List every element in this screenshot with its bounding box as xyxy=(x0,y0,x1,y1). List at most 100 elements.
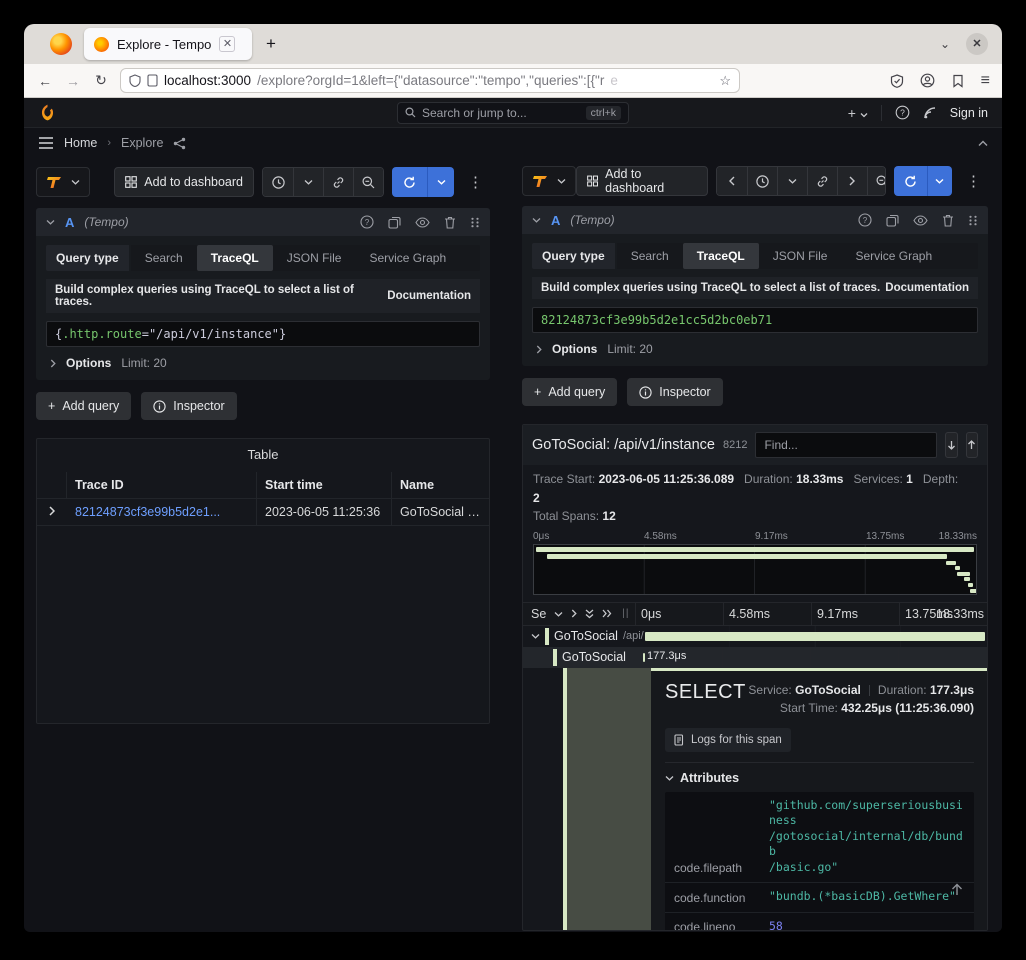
traceql-query-input[interactable]: {.http.route = "/api/v1/instance"} xyxy=(46,321,480,347)
search-input[interactable]: Search or jump to... ctrl+k xyxy=(397,102,629,124)
trace-id-link[interactable]: 82124873cf3e99b5d2e1... xyxy=(67,499,257,525)
duplicate-query-icon[interactable] xyxy=(388,216,401,229)
expand-all-icon[interactable] xyxy=(602,609,612,618)
options-label: Options xyxy=(552,342,597,356)
add-query-button[interactable]: +Add query xyxy=(36,392,131,420)
news-rss-icon[interactable] xyxy=(923,106,937,120)
logs-for-span-button[interactable]: Logs for this span xyxy=(665,728,791,752)
reload-button[interactable]: ↻ xyxy=(92,72,110,89)
tab-service-graph[interactable]: Service Graph xyxy=(355,245,460,271)
duplicate-query-icon[interactable] xyxy=(886,214,899,227)
new-tab-button[interactable]: + xyxy=(266,34,276,54)
run-query-button[interactable] xyxy=(894,166,952,196)
trace-header: GoToSocial: /api/v1/instance 8212 xyxy=(523,425,987,465)
span-bar[interactable] xyxy=(643,653,645,662)
options-row[interactable]: Options Limit: 20 xyxy=(46,356,480,370)
chevron-down-icon[interactable] xyxy=(531,633,540,639)
query-help-icon[interactable]: ? xyxy=(360,215,374,229)
firefox-icon[interactable] xyxy=(50,33,72,55)
time-range-caret-button[interactable] xyxy=(293,168,323,196)
window-close-button[interactable]: ✕ xyxy=(966,33,988,55)
add-to-dashboard-button[interactable]: Add to dashboard xyxy=(576,166,708,196)
tab-json-file[interactable]: JSON File xyxy=(759,243,842,269)
collapse-all-icon[interactable] xyxy=(585,609,594,619)
shift-time-back-button[interactable] xyxy=(717,167,747,195)
browser-menu-icon[interactable]: ≡ xyxy=(981,72,990,90)
documentation-link[interactable]: Documentation xyxy=(387,290,471,302)
drag-handle-icon[interactable] xyxy=(968,215,978,226)
next-result-button[interactable] xyxy=(945,432,957,458)
url-field[interactable]: localhost:3000/explore?orgId=1&left={"da… xyxy=(120,68,740,93)
browser-tab[interactable]: Explore - Tempo ✕ xyxy=(84,28,252,60)
datasource-picker[interactable] xyxy=(36,167,90,197)
pane-kebab-menu[interactable]: ⋮ xyxy=(960,172,988,190)
bookmark-star-icon[interactable]: ☆ xyxy=(719,73,731,89)
tab-json-file[interactable]: JSON File xyxy=(273,245,356,271)
disable-query-eye-icon[interactable] xyxy=(913,215,928,226)
menu-hamburger-icon[interactable] xyxy=(38,137,54,149)
span-row-root[interactable]: GoToSocial /api/ xyxy=(523,626,987,647)
sync-timepicker-button[interactable] xyxy=(807,167,837,195)
shift-time-forward-button[interactable] xyxy=(837,167,867,195)
row-expand-chevron-icon[interactable] xyxy=(49,506,55,516)
new-item-button[interactable]: + xyxy=(848,105,868,121)
breadcrumb-home[interactable]: Home xyxy=(64,136,97,150)
chevron-down-icon[interactable] xyxy=(554,611,563,617)
help-icon[interactable]: ? xyxy=(895,105,910,120)
documentation-link[interactable]: Documentation xyxy=(885,282,969,294)
time-range-button[interactable] xyxy=(263,168,293,196)
sign-in-button[interactable]: Sign in xyxy=(950,106,988,120)
share-icon[interactable] xyxy=(173,137,186,150)
inspector-button[interactable]: Inspector xyxy=(141,392,236,420)
options-row[interactable]: Options Limit: 20 xyxy=(532,342,978,356)
tab-service-graph[interactable]: Service Graph xyxy=(841,243,946,269)
column-resizer-handle[interactable]: || xyxy=(622,608,629,619)
back-button[interactable]: ← xyxy=(36,73,54,89)
grafana-logo-icon[interactable] xyxy=(38,103,57,122)
inspector-button[interactable]: Inspector xyxy=(627,378,722,406)
span-row-selected[interactable]: GoToSocial 177.3μs xyxy=(523,647,987,668)
sync-timepicker-button[interactable] xyxy=(323,168,353,196)
delete-query-trash-icon[interactable] xyxy=(942,214,954,227)
traceql-query-input[interactable]: 82124873cf3e99b5d2e1cc5d2bc0eb71 xyxy=(532,307,978,333)
prev-result-button[interactable] xyxy=(966,432,978,458)
col-name[interactable]: Name xyxy=(392,472,489,498)
right-query-editor: A (Tempo) ? Que xyxy=(522,206,988,366)
query-help-icon[interactable]: ? xyxy=(858,213,872,227)
zoom-out-button[interactable] xyxy=(867,167,886,195)
pane-kebab-menu[interactable]: ⋮ xyxy=(462,173,490,191)
tab-search[interactable]: Search xyxy=(131,245,197,271)
datasource-picker[interactable] xyxy=(522,166,576,196)
find-input[interactable] xyxy=(755,432,937,458)
list-tabs-icon[interactable]: ⌄ xyxy=(940,37,950,51)
privacy-shield-icon[interactable] xyxy=(890,74,904,88)
collapse-header-icon[interactable] xyxy=(978,140,988,147)
breadcrumb-explore[interactable]: Explore xyxy=(121,136,163,150)
add-to-dashboard-button[interactable]: Add to dashboard xyxy=(114,167,254,197)
query-row-header[interactable]: A (Tempo) ? xyxy=(522,206,988,234)
tab-traceql[interactable]: TraceQL xyxy=(683,243,759,269)
account-icon[interactable] xyxy=(920,73,935,88)
query-row-header[interactable]: A (Tempo) ? xyxy=(36,208,490,236)
col-trace-id[interactable]: Trace ID xyxy=(67,472,257,498)
span-bar[interactable] xyxy=(645,632,985,641)
scroll-to-top-icon[interactable] xyxy=(951,883,963,896)
save-to-pocket-icon[interactable] xyxy=(951,74,965,88)
expand-one-icon[interactable] xyxy=(571,609,577,618)
minimap-canvas[interactable] xyxy=(533,544,977,595)
attributes-accordion[interactable]: Attributes xyxy=(665,771,974,785)
run-query-button[interactable] xyxy=(392,167,454,197)
zoom-out-button[interactable] xyxy=(353,168,383,196)
tab-search[interactable]: Search xyxy=(617,243,683,269)
add-query-button[interactable]: +Add query xyxy=(522,378,617,406)
col-start-time[interactable]: Start time xyxy=(257,472,392,498)
tab-traceql[interactable]: TraceQL xyxy=(197,245,273,271)
tab-close-icon[interactable]: ✕ xyxy=(219,36,235,52)
time-range-button[interactable] xyxy=(747,167,777,195)
drag-handle-icon[interactable] xyxy=(470,217,480,228)
forward-button[interactable]: → xyxy=(64,73,82,89)
time-range-caret-button[interactable] xyxy=(777,167,807,195)
disable-query-eye-icon[interactable] xyxy=(415,217,430,228)
delete-query-trash-icon[interactable] xyxy=(444,216,456,229)
page-info-icon[interactable] xyxy=(147,74,158,87)
